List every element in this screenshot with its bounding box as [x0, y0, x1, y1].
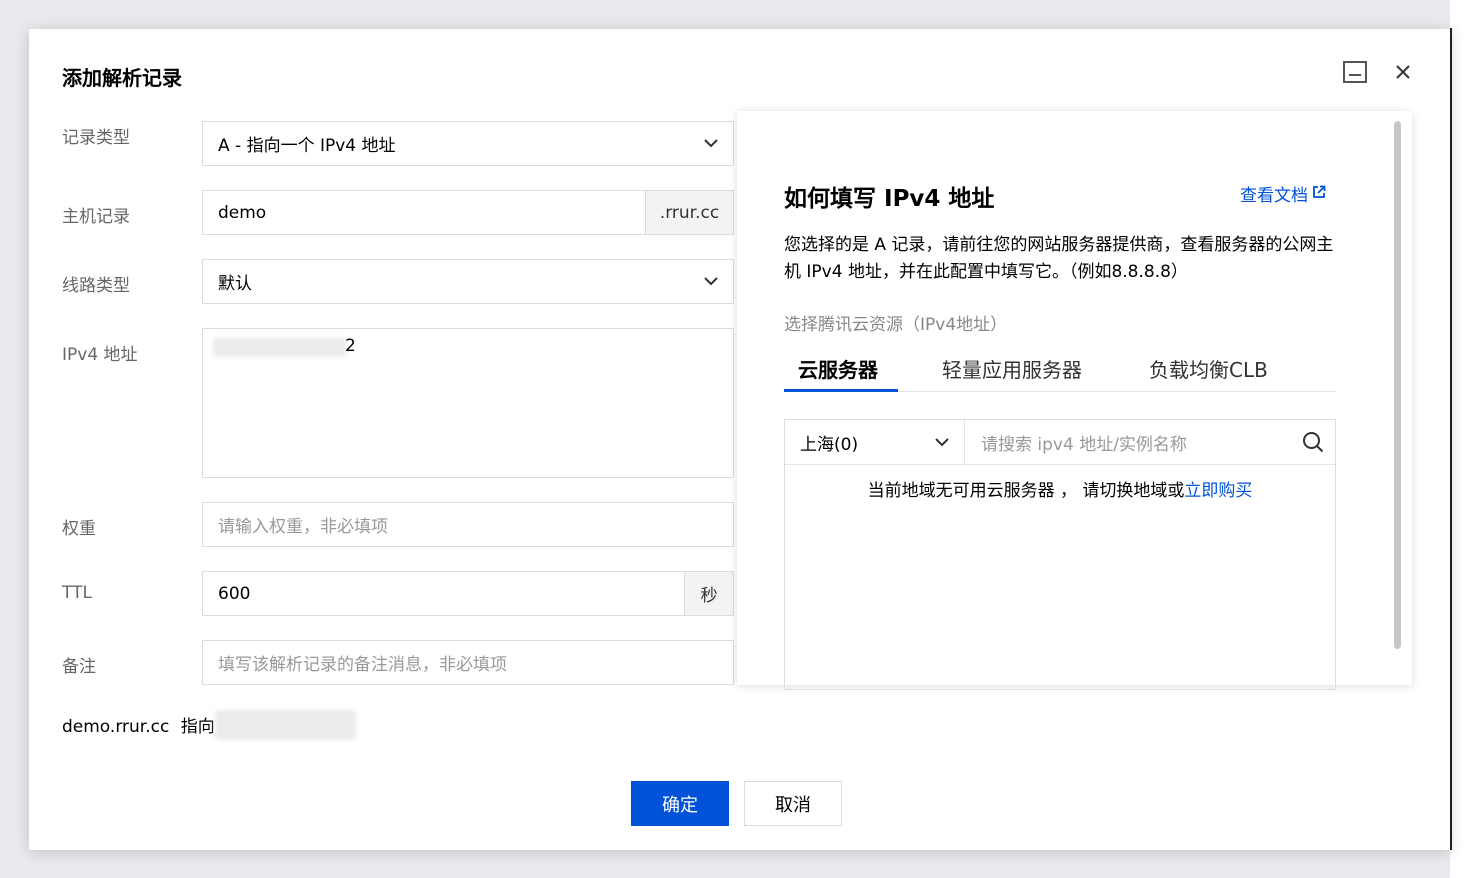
buy-now-link[interactable]: 立即购买	[1184, 481, 1252, 501]
redacted-target	[215, 710, 356, 740]
help-panel: 如何填写 IPv4 地址 查看文档 您选择的是 A 记录，请前往您的网站服务器提…	[737, 111, 1412, 690]
ttl-unit: 秒	[684, 572, 733, 615]
search-placeholder: 请搜索 ipv4 地址/实例名称	[981, 434, 1187, 455]
resource-filter-bar: 上海(0) 请搜索 ipv4 地址/实例名称	[785, 420, 1335, 465]
help-description: 您选择的是 A 记录，请前往您的网站服务器提供商，查看服务器的公网主机 IPv4…	[784, 235, 1334, 282]
minimize-icon[interactable]	[1342, 59, 1368, 85]
empty-message: 当前地域无可用云服务器 ， 请切换地域或立即购买	[785, 476, 1335, 501]
cancel-button[interactable]: 取消	[744, 781, 842, 826]
preview-points-to: 指向	[180, 717, 215, 737]
help-title: 如何填写 IPv4 地址	[784, 186, 995, 212]
ttl-label: TTL	[62, 583, 92, 603]
confirm-button[interactable]: 确定	[631, 781, 729, 826]
view-docs-label: 查看文档	[1240, 186, 1308, 206]
background-edge	[1450, 0, 1479, 878]
scrollbar[interactable]	[1394, 121, 1401, 649]
ipv4-visible-char: 2	[345, 336, 356, 356]
resource-tabs: 云服务器 轻量应用服务器 负载均衡CLB	[784, 344, 1336, 392]
tab-lighthouse[interactable]: 轻量应用服务器	[942, 344, 1082, 392]
dialog-title: 添加解析记录	[62, 66, 182, 90]
chevron-down-icon	[689, 139, 733, 148]
tab-cvm[interactable]: 云服务器	[798, 344, 878, 392]
region-value: 上海(0)	[800, 434, 859, 455]
note-label: 备注	[62, 657, 96, 677]
resource-label: 选择腾讯云资源（IPv4地址）	[784, 315, 1008, 335]
tab-clb[interactable]: 负载均衡CLB	[1149, 344, 1268, 392]
record-preview: demo.rrur.cc 指向	[62, 712, 215, 737]
ipv4-label: IPv4 地址	[62, 345, 138, 365]
record-type-label: 记录类型	[62, 128, 130, 148]
weight-placeholder: 请输入权重，非必填项	[218, 517, 388, 537]
redacted-value	[213, 338, 347, 357]
host-input[interactable]: demo	[203, 203, 645, 223]
chevron-down-icon	[689, 277, 733, 286]
preview-domain: demo.rrur.cc	[62, 717, 170, 737]
line-type-value: 默认	[218, 274, 252, 294]
active-tab-indicator	[784, 389, 898, 392]
chevron-down-icon	[920, 437, 964, 447]
line-type-label: 线路类型	[62, 276, 130, 296]
record-type-select[interactable]: A - 指向一个 IPv4 地址	[202, 121, 734, 166]
add-record-dialog: 添加解析记录 记录类型 A - 指向一个 IPv4 地址 主机记录 demo .…	[29, 29, 1450, 850]
close-icon[interactable]	[1390, 59, 1416, 85]
host-label: 主机记录	[62, 207, 130, 227]
region-select[interactable]: 上海(0)	[785, 420, 965, 464]
ttl-input[interactable]: 600	[203, 584, 684, 604]
record-type-value: A - 指向一个 IPv4 地址	[218, 136, 396, 156]
view-docs-link[interactable]: 查看文档	[1240, 181, 1326, 206]
external-link-icon	[1312, 184, 1326, 204]
weight-label: 权重	[62, 519, 96, 539]
search-icon[interactable]	[1291, 431, 1335, 453]
line-type-select[interactable]: 默认	[202, 259, 734, 304]
ipv4-textarea[interactable]: 2	[202, 328, 734, 478]
host-suffix: .rrur.cc	[645, 191, 733, 234]
host-field: demo .rrur.cc	[202, 190, 734, 235]
note-placeholder: 填写该解析记录的备注消息，非必填项	[218, 655, 507, 675]
empty-text: 当前地域无可用云服务器 ， 请切换地域或	[867, 481, 1185, 501]
resource-list: 上海(0) 请搜索 ipv4 地址/实例名称 当前地域无可用云服务器 ， 请切换…	[784, 419, 1336, 690]
weight-input[interactable]: 请输入权重，非必填项	[202, 502, 734, 547]
resource-search-input[interactable]: 请搜索 ipv4 地址/实例名称	[965, 420, 1335, 464]
note-input[interactable]: 填写该解析记录的备注消息，非必填项	[202, 640, 734, 685]
ttl-field: 600 秒	[202, 571, 734, 616]
